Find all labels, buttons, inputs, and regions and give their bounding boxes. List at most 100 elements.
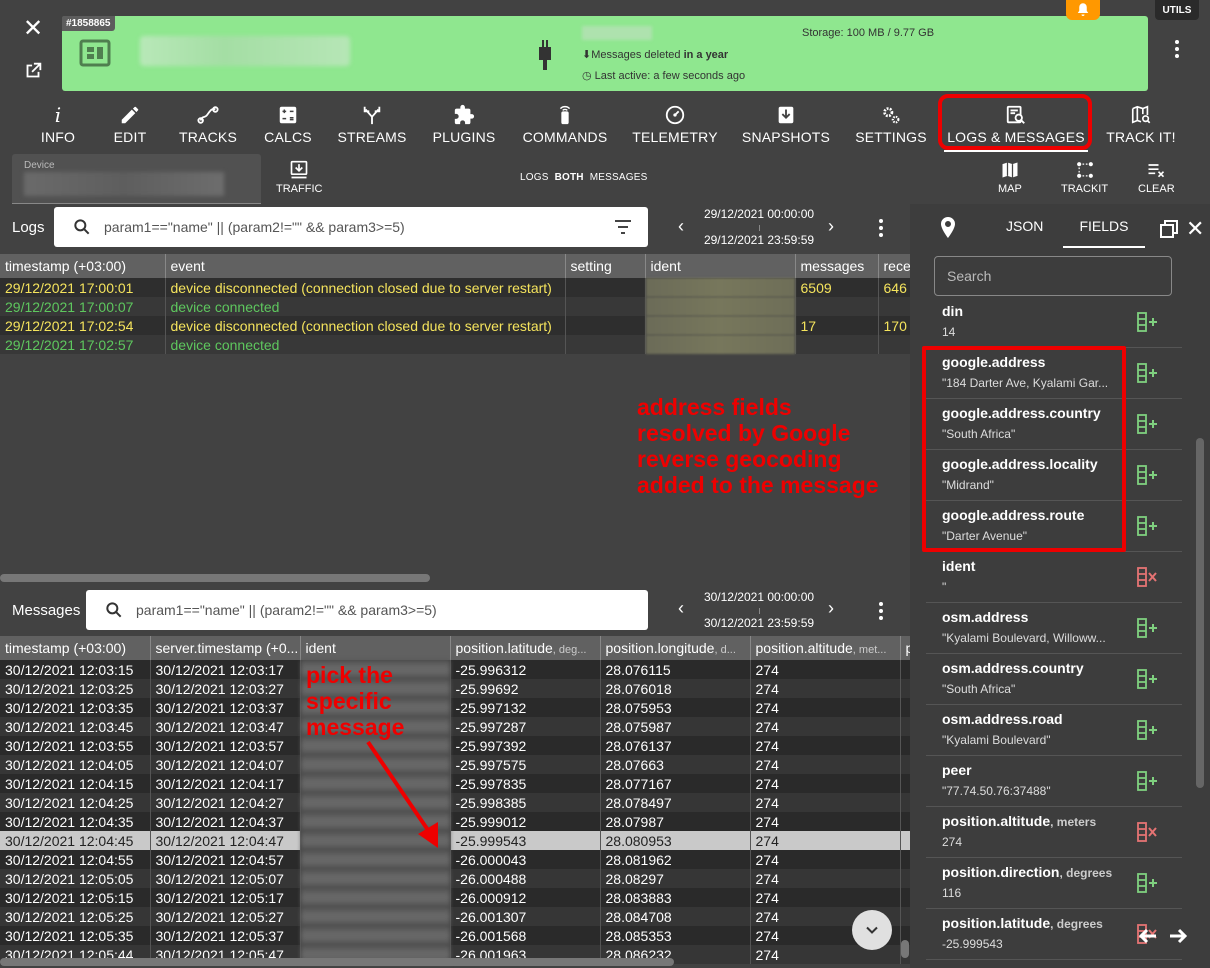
field-item[interactable]: google.address.route "Darter Avenue" xyxy=(926,501,1182,552)
col-timestamp[interactable]: timestamp (+03:00) xyxy=(0,254,166,278)
remove-column-icon[interactable] xyxy=(1136,821,1158,843)
more-menu-icon[interactable] xyxy=(1168,38,1186,60)
add-column-icon[interactable] xyxy=(1136,311,1158,333)
external-link-icon[interactable] xyxy=(22,60,44,82)
tab-plugins[interactable]: PLUGINS xyxy=(430,100,498,152)
logs-next-range-icon[interactable]: › xyxy=(828,216,834,237)
table-row[interactable]: 30/12/2021 12:03:15 30/12/2021 12:03:17 -2… xyxy=(0,660,911,679)
col-longitude[interactable]: position.longitude, d... xyxy=(600,636,751,660)
traffic-button[interactable]: TRAFFIC xyxy=(276,160,322,195)
table-row[interactable]: 30/12/2021 12:03:25 30/12/2021 12:03:27 -2… xyxy=(0,679,911,698)
bell-icon[interactable] xyxy=(1066,0,1100,20)
tab-commands[interactable]: COMMANDS xyxy=(520,100,610,152)
logs-filter-input[interactable]: param1=="name" || (param2!="" && param3>… xyxy=(54,207,648,247)
field-item[interactable]: osm.address "Kyalami Boulevard, Willoww..… xyxy=(926,603,1182,654)
field-item[interactable]: position.altitude, meters 274 xyxy=(926,807,1182,858)
logs-prev-range-icon[interactable]: ‹ xyxy=(678,216,684,237)
close-icon[interactable]: ✕ xyxy=(22,17,44,41)
messages-next-range-icon[interactable]: › xyxy=(828,598,834,619)
field-item[interactable]: google.address.locality "Midrand" xyxy=(926,450,1182,501)
arrow-right-icon[interactable] xyxy=(1166,924,1190,948)
fields-vertical-scrollbar[interactable] xyxy=(1196,438,1204,788)
detach-window-icon[interactable] xyxy=(1160,220,1178,238)
location-pin-icon[interactable] xyxy=(938,216,958,240)
view-mode-toggle[interactable]: LOGS BOTH MESSAGES xyxy=(520,172,647,183)
field-item[interactable]: ident " xyxy=(926,552,1182,603)
messages-horizontal-scrollbar[interactable] xyxy=(0,958,674,966)
remove-column-icon[interactable] xyxy=(1136,566,1158,588)
close-icon[interactable]: ✕ xyxy=(1186,216,1204,242)
add-column-icon[interactable] xyxy=(1136,464,1158,486)
field-item[interactable]: osm.address.country "South Africa" xyxy=(926,654,1182,705)
utils-button[interactable]: UTILS xyxy=(1155,0,1199,20)
add-column-icon[interactable] xyxy=(1136,872,1158,894)
table-row-selected[interactable]: 30/12/2021 12:04:45 30/12/2021 12:04:47 -2… xyxy=(0,831,911,850)
tab-streams[interactable]: STREAMS xyxy=(336,100,408,152)
device-select[interactable]: Device xyxy=(12,154,261,204)
tab-calcs[interactable]: CALCS xyxy=(260,100,316,152)
add-column-icon[interactable] xyxy=(1136,770,1158,792)
field-item[interactable]: position.direction, degrees 116 xyxy=(926,858,1182,909)
field-item[interactable]: google.address "184 Darter Ave, Kyalami G… xyxy=(926,348,1182,399)
table-row[interactable]: 30/12/2021 12:03:45 30/12/2021 12:03:47 -2… xyxy=(0,717,911,736)
col-setting[interactable]: setting xyxy=(565,254,646,278)
messages-vertical-scrollbar[interactable] xyxy=(901,940,909,958)
tab-edit[interactable]: EDIT xyxy=(104,100,156,152)
table-row[interactable]: 30/12/2021 12:03:35 30/12/2021 12:03:37 -2… xyxy=(0,698,911,717)
tab-telemetry[interactable]: TELEMETRY xyxy=(632,100,718,152)
add-column-icon[interactable] xyxy=(1136,668,1158,690)
table-row[interactable]: 30/12/2021 12:04:25 30/12/2021 12:04:27 -2… xyxy=(0,793,911,812)
table-row[interactable]: 30/12/2021 12:05:35 30/12/2021 12:05:37 -2… xyxy=(0,926,911,945)
field-item[interactable]: google.address.country "South Africa" xyxy=(926,399,1182,450)
mode-logs[interactable]: LOGS xyxy=(520,172,549,183)
scroll-down-button[interactable] xyxy=(852,910,892,950)
col-ident[interactable]: ident xyxy=(300,636,451,660)
table-row[interactable]: 30/12/2021 12:04:05 30/12/2021 12:04:07 -2… xyxy=(0,755,911,774)
tab-settings[interactable]: SETTINGS xyxy=(854,100,928,152)
clear-button[interactable]: CLEAR xyxy=(1138,160,1175,195)
col-altitude[interactable]: position.altitude, met... xyxy=(750,636,901,660)
mode-messages[interactable]: MESSAGES xyxy=(590,172,648,183)
logs-date-range[interactable]: 29/12/2021 00:00:00 29/12/2021 23:59:59 xyxy=(696,207,822,247)
tab-tracks[interactable]: TRACKS xyxy=(176,100,240,152)
field-item[interactable]: din 14 xyxy=(926,297,1182,348)
table-row[interactable]: 30/12/2021 12:04:55 30/12/2021 12:04:57 -2… xyxy=(0,850,911,869)
col-ident[interactable]: ident xyxy=(645,254,796,278)
table-row[interactable]: 30/12/2021 12:05:05 30/12/2021 12:05:07 -2… xyxy=(0,869,911,888)
col-event[interactable]: event xyxy=(165,254,566,278)
table-row[interactable]: 30/12/2021 12:04:35 30/12/2021 12:04:37 -2… xyxy=(0,812,911,831)
filter-icon[interactable] xyxy=(614,219,632,235)
table-row[interactable]: 29/12/2021 17:00:01 device disconnected … xyxy=(0,278,911,297)
messages-more-icon[interactable] xyxy=(872,601,890,621)
col-more[interactable]: p xyxy=(900,636,911,660)
add-column-icon[interactable] xyxy=(1136,617,1158,639)
tab-track-it[interactable]: TRACK IT! xyxy=(1106,100,1176,152)
trackit-button[interactable]: TRACKIT xyxy=(1061,160,1108,195)
table-row[interactable]: 29/12/2021 17:02:54 device disconnected … xyxy=(0,316,911,335)
field-item[interactable]: peer "77.74.50.76:37488" xyxy=(926,756,1182,807)
field-item[interactable]: osm.address.road "Kyalami Boulevard" xyxy=(926,705,1182,756)
tab-fields[interactable]: FIELDS xyxy=(1063,218,1145,248)
arrow-left-icon[interactable] xyxy=(1136,924,1160,948)
col-latitude[interactable]: position.latitude, deg... xyxy=(450,636,601,660)
mode-both[interactable]: BOTH xyxy=(555,172,584,183)
messages-date-range[interactable]: 30/12/2021 00:00:00 30/12/2021 23:59:59 xyxy=(696,590,822,630)
add-column-icon[interactable] xyxy=(1136,362,1158,384)
table-row[interactable]: 30/12/2021 12:05:25 30/12/2021 12:05:27 -2… xyxy=(0,907,911,926)
add-column-icon[interactable] xyxy=(1136,719,1158,741)
table-row[interactable]: 30/12/2021 12:05:15 30/12/2021 12:05:17 -2… xyxy=(0,888,911,907)
table-row[interactable]: 30/12/2021 12:03:55 30/12/2021 12:03:57 -2… xyxy=(0,736,911,755)
device-card[interactable]: #1858865 ⬇Messages deleted in a year ◷ L… xyxy=(62,16,1148,91)
col-timestamp[interactable]: timestamp (+03:00) xyxy=(0,636,151,660)
fields-search-input[interactable]: Search xyxy=(934,256,1172,296)
add-column-icon[interactable] xyxy=(1136,413,1158,435)
table-row[interactable]: 30/12/2021 12:04:15 30/12/2021 12:04:17 -2… xyxy=(0,774,911,793)
messages-filter-input[interactable]: param1=="name" || (param2!="" && param3>… xyxy=(86,590,648,630)
tab-logs-messages[interactable]: LOGS & MESSAGES xyxy=(944,100,1088,152)
tab-json[interactable]: JSON xyxy=(1006,218,1043,234)
logs-more-icon[interactable] xyxy=(872,218,890,238)
table-row[interactable]: 29/12/2021 17:02:57 device connected xyxy=(0,335,911,354)
col-received[interactable]: rece xyxy=(878,254,911,278)
map-button[interactable]: MAP xyxy=(998,160,1022,195)
tab-info[interactable]: i INFO xyxy=(32,100,84,152)
